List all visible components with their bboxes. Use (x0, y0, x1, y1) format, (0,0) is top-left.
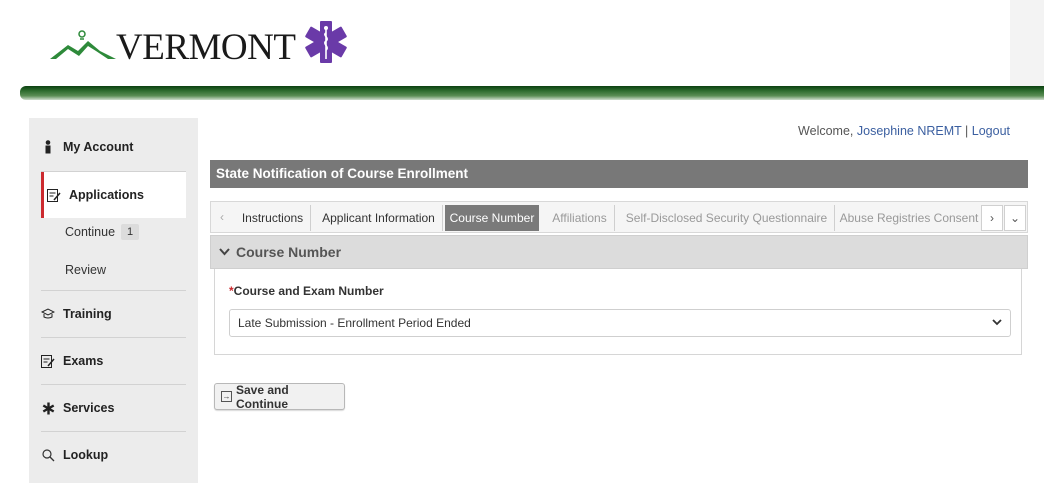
sidebar-item-label: Services (63, 401, 115, 415)
chevron-down-icon (219, 245, 230, 259)
sidebar-subitem-continue[interactable]: Continue 1 (65, 224, 140, 240)
sidebar-item-lookup[interactable]: Lookup (41, 432, 186, 478)
asterisk-icon (41, 401, 55, 415)
section-body: *Course and Exam Number Late Submission … (214, 269, 1022, 355)
header-shade (1010, 0, 1044, 90)
welcome-separator: | (961, 124, 972, 138)
section-title: Course Number (236, 244, 342, 260)
section-header[interactable]: Course Number (210, 235, 1028, 269)
user-name-link[interactable]: Josephine NREMT (857, 124, 962, 138)
tab-dropdown-chevron-down-icon[interactable]: ⌄ (1004, 205, 1026, 231)
continue-count-badge: 1 (121, 224, 140, 240)
sidebar-item-label: Applications (69, 188, 145, 202)
course-exam-select[interactable]: Late Submission - Enrollment Period Ende… (229, 309, 1011, 337)
chevron-down-icon (992, 318, 1002, 329)
star-of-life-icon (305, 21, 348, 63)
sidebar-subitem-review[interactable]: Review (65, 263, 106, 277)
sidebar-subitem-label: Review (65, 263, 106, 277)
graduation-cap-icon (41, 307, 55, 321)
welcome-prefix: Welcome, (798, 124, 857, 138)
course-field-label-text: Course and Exam Number (233, 284, 384, 298)
sidebar-item-applications[interactable]: Applications (47, 172, 192, 218)
page-title: State Notification of Course Enrollment (210, 160, 1028, 188)
edit-form-icon (41, 354, 55, 368)
course-exam-select-value: Late Submission - Enrollment Period Ende… (238, 316, 471, 330)
tab-course-number[interactable]: Course Number (445, 205, 539, 231)
vermont-logo[interactable]: VERMONT (48, 12, 351, 72)
sidebar-item-my-account[interactable]: My Account (41, 124, 186, 170)
search-icon (41, 448, 55, 462)
tab-security-questionnaire[interactable]: Self-Disclosed Security Questionnaire (619, 205, 835, 231)
arrow-right-box-icon: → (221, 391, 232, 402)
edit-form-icon (47, 188, 61, 202)
mountain-logo-icon (50, 30, 116, 59)
header-green-bar (20, 86, 1044, 100)
tab-strip: ‹ Instructions Applicant Information Cou… (210, 201, 1028, 233)
course-field-label: *Course and Exam Number (229, 284, 384, 298)
welcome-text: Welcome, Josephine NREMT | Logout (798, 124, 1010, 138)
tab-affiliations[interactable]: Affiliations (545, 205, 615, 231)
tab-instructions[interactable]: Instructions (235, 205, 311, 231)
sidebar-item-label: Lookup (63, 448, 109, 462)
sidebar-item-exams[interactable]: Exams (41, 338, 186, 384)
logo-text: VERMONT (116, 26, 296, 68)
save-and-continue-label: Save and Continue (236, 382, 289, 411)
tab-scroll-left-icon[interactable]: ‹ (211, 202, 233, 232)
sidebar-item-training[interactable]: Training (41, 291, 186, 337)
sidebar: My Account Applications Continue 1 Revie… (29, 118, 198, 483)
logout-link[interactable]: Logout (972, 124, 1010, 138)
person-icon (41, 140, 55, 154)
tab-scroll-right-icon[interactable]: › (981, 205, 1003, 231)
sidebar-item-label: My Account (63, 140, 134, 154)
tab-applicant-information[interactable]: Applicant Information (315, 205, 443, 231)
site-header: VERMONT (0, 0, 1044, 104)
sidebar-item-label: Training (63, 307, 112, 321)
sidebar-subitem-label: Continue (65, 225, 116, 239)
sidebar-item-label: Exams (63, 354, 104, 368)
tab-abuse-registries-consent[interactable]: Abuse Registries Consent (839, 205, 979, 231)
save-and-continue-button[interactable]: → Save and Continue (214, 382, 345, 411)
sidebar-item-services[interactable]: Services (41, 385, 186, 431)
